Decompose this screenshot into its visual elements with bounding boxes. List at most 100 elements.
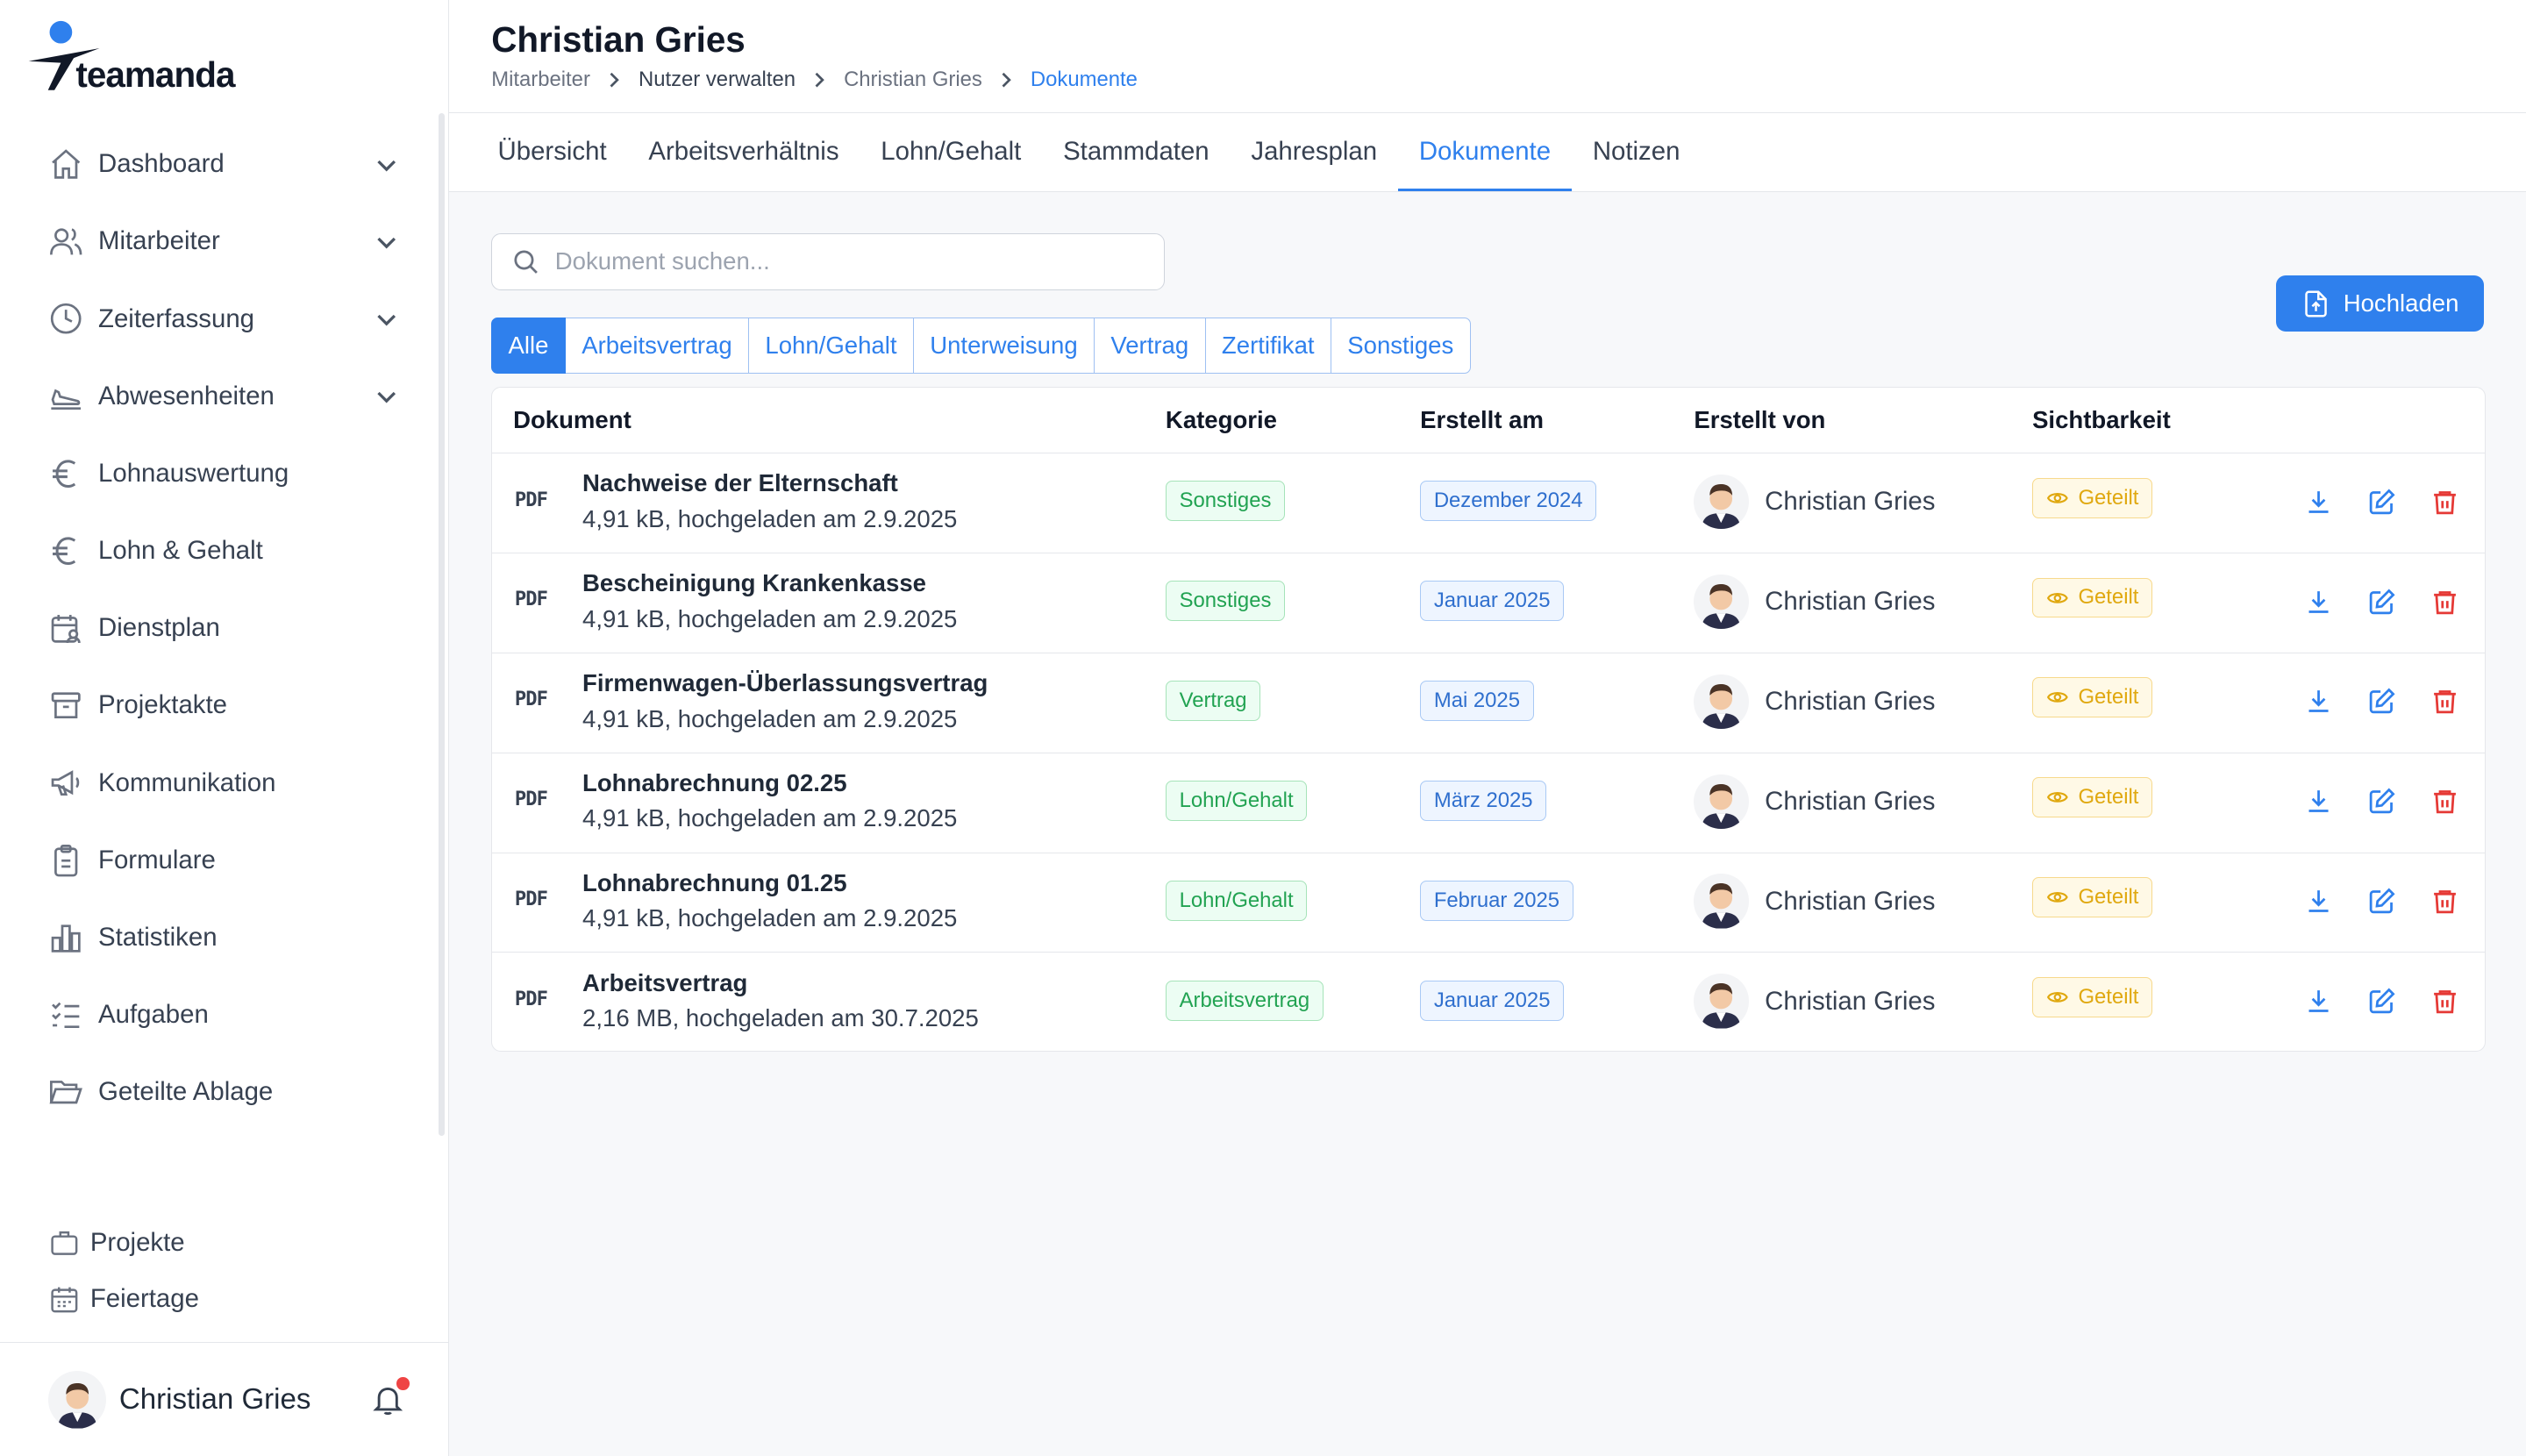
sidebar-item-label: Geteilte Ablage	[98, 1077, 274, 1107]
trash-icon[interactable]	[2430, 987, 2459, 1016]
document-name[interactable]: Bescheinigung Krankenkasse	[582, 569, 926, 597]
tab-notizen[interactable]: Notizen	[1572, 113, 1701, 191]
visibility-badge: Geteilt	[2032, 877, 2153, 918]
document-name[interactable]: Lohnabrechnung 01.25	[582, 869, 847, 897]
creator-name: Christian Gries	[1765, 587, 1936, 617]
table-row[interactable]: PDF Lohnabrechnung 01.25 4,91 kB, hochge…	[492, 853, 2486, 953]
download-icon[interactable]	[2304, 787, 2333, 816]
sidebar-item-zeiterfassung[interactable]: Zeiterfassung	[0, 281, 439, 358]
edit-icon[interactable]	[2367, 687, 2396, 716]
download-icon[interactable]	[2304, 687, 2333, 716]
table-row[interactable]: PDF Lohnabrechnung 02.25 4,91 kB, hochge…	[492, 753, 2486, 853]
breadcrumb-item[interactable]: Mitarbeiter	[491, 68, 590, 92]
chevron-right-icon	[1002, 72, 1012, 88]
calendar-icon	[48, 1283, 81, 1316]
filter-arbeitsvertrag[interactable]: Arbeitsvertrag	[565, 317, 750, 375]
sidebar-item-lohn-gehalt[interactable]: Lohn & Gehalt	[0, 512, 439, 589]
created-date-badge: Dezember 2024	[1420, 481, 1597, 522]
edit-icon[interactable]	[2367, 488, 2396, 517]
document-name[interactable]: Nachweise der Elternschaft	[582, 469, 898, 497]
tab-stammdaten[interactable]: Stammdaten	[1042, 113, 1230, 191]
clipboard-icon	[48, 843, 83, 878]
creator: Christian Gries	[1694, 774, 1935, 830]
notification-dot	[396, 1376, 410, 1390]
edit-icon[interactable]	[2367, 588, 2396, 617]
sidebar-item-dashboard[interactable]: Dashboard	[0, 125, 439, 203]
edit-icon[interactable]	[2367, 987, 2396, 1016]
download-icon[interactable]	[2304, 887, 2333, 916]
document-name[interactable]: Lohnabrechnung 02.25	[582, 769, 847, 797]
sidebar-item-geteilte-ablage[interactable]: Geteilte Ablage	[0, 1053, 439, 1131]
filter-sonstiges[interactable]: Sonstiges	[1331, 317, 1471, 375]
edit-icon[interactable]	[2367, 887, 2396, 916]
upload-button[interactable]: Hochladen	[2276, 275, 2485, 332]
search-input[interactable]	[554, 247, 1135, 276]
edit-icon[interactable]	[2367, 787, 2396, 816]
tab-dokumente[interactable]: Dokumente	[1397, 113, 1572, 191]
creator: Christian Gries	[1694, 974, 1935, 1029]
document-meta: 2,16 MB, hochgeladen am 30.7.2025	[582, 1004, 979, 1032]
trash-icon[interactable]	[2430, 488, 2459, 517]
sidebar-item-feiertage[interactable]: Feiertage	[0, 1271, 439, 1327]
table-row[interactable]: PDF Bescheinigung Krankenkasse 4,91 kB, …	[492, 553, 2486, 653]
filter-unterweisung[interactable]: Unterweisung	[913, 317, 1095, 375]
sidebar-item-projektakte[interactable]: Projektakte	[0, 667, 439, 744]
tab-uebersicht[interactable]: Übersicht	[477, 113, 628, 191]
avatar	[1694, 874, 1749, 929]
teamanda-logo[interactable]: teamanda	[25, 19, 283, 96]
sidebar-item-label: Lohnauswertung	[98, 458, 289, 488]
document-name[interactable]: Firmenwagen-Überlassungsvertrag	[582, 669, 988, 697]
download-icon[interactable]	[2304, 488, 2333, 517]
secondary-nav: Projekte Feiertage	[0, 1215, 439, 1328]
document-search	[491, 233, 1165, 290]
sidebar-item-label: Dienstplan	[98, 613, 220, 643]
visibility-badge: Geteilt	[2032, 777, 2153, 818]
creator: Christian Gries	[1694, 874, 1936, 929]
filter-alle[interactable]: Alle	[491, 317, 566, 375]
breadcrumb-item[interactable]: Christian Gries	[844, 68, 982, 92]
sidebar-item-statistiken[interactable]: Statistiken	[0, 899, 439, 976]
table-row[interactable]: PDF Nachweise der Elternschaft 4,91 kB, …	[492, 453, 2486, 553]
tab-jahresplan[interactable]: Jahresplan	[1231, 113, 1398, 191]
visibility-label: Geteilt	[2078, 984, 2139, 1009]
visibility-badge: Geteilt	[2032, 677, 2153, 718]
table-row[interactable]: PDF Firmenwagen-Überlassungsvertrag 4,91…	[492, 653, 2486, 753]
eye-icon	[2046, 892, 2068, 903]
sidebar-scrollbar[interactable]	[438, 112, 445, 1136]
sidebar-item-dienstplan[interactable]: Dienstplan	[0, 589, 439, 667]
sidebar-item-kommunikation[interactable]: Kommunikation	[0, 745, 439, 822]
tab-arbeitsverhaeltnis[interactable]: Arbeitsverhältnis	[627, 113, 860, 191]
sidebar-item-projekte[interactable]: Projekte	[0, 1215, 439, 1271]
trash-icon[interactable]	[2430, 787, 2459, 816]
sidebar-item-formulare[interactable]: Formulare	[0, 822, 439, 899]
breadcrumb-current: Dokumente	[1030, 68, 1138, 92]
breadcrumb-item[interactable]: Nutzer verwalten	[639, 68, 796, 92]
avatar[interactable]	[48, 1370, 107, 1429]
trash-icon[interactable]	[2430, 687, 2459, 716]
filter-lohn-gehalt[interactable]: Lohn/Gehalt	[749, 317, 914, 375]
filter-vertrag[interactable]: Vertrag	[1095, 317, 1206, 375]
table-row[interactable]: PDF Arbeitsvertrag 2,16 MB, hochgeladen …	[492, 953, 2485, 1051]
category-badge: Sonstiges	[1165, 481, 1286, 522]
document-name[interactable]: Arbeitsvertrag	[582, 969, 747, 997]
file-upload-icon	[2305, 290, 2327, 318]
sidebar-item-aufgaben[interactable]: Aufgaben	[0, 976, 439, 1053]
download-icon[interactable]	[2304, 987, 2333, 1016]
sidebar-item-mitarbeiter[interactable]: Mitarbeiter	[0, 203, 439, 280]
upload-button-label: Hochladen	[2343, 289, 2459, 318]
chevron-right-icon	[815, 72, 825, 88]
sidebar-item-lohnauswertung[interactable]: Lohnauswertung	[0, 435, 439, 512]
trash-icon[interactable]	[2430, 588, 2459, 617]
notifications-button[interactable]	[370, 1376, 410, 1417]
pdf-file-icon: PDF	[514, 789, 548, 811]
user-name[interactable]: Christian Gries	[119, 1383, 371, 1417]
trash-icon[interactable]	[2430, 887, 2459, 916]
tab-lohn-gehalt[interactable]: Lohn/Gehalt	[860, 113, 1042, 191]
euro-icon	[48, 456, 83, 491]
filter-zertifikat[interactable]: Zertifikat	[1205, 317, 1331, 375]
creator-name: Christian Gries	[1765, 886, 1936, 916]
created-date-badge: Mai 2025	[1420, 681, 1534, 721]
download-icon[interactable]	[2304, 588, 2333, 617]
sidebar-item-label: Kommunikation	[98, 767, 276, 797]
sidebar-item-abwesenheiten[interactable]: Abwesenheiten	[0, 358, 439, 435]
